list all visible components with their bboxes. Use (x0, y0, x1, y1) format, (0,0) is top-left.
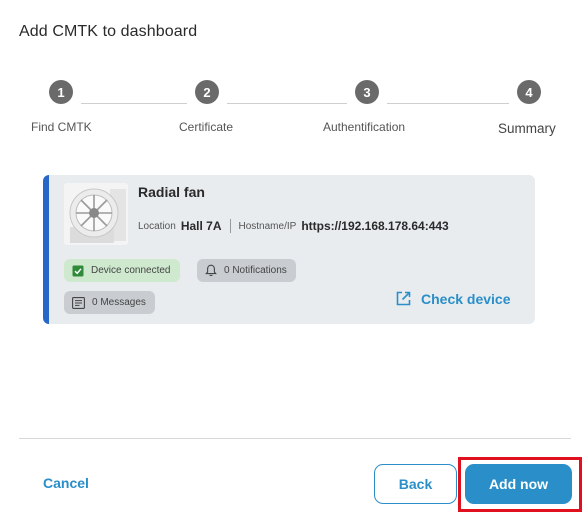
step-connector-3 (387, 103, 509, 104)
check-device-label: Check device (421, 290, 511, 307)
dialog-title: Add CMTK to dashboard (19, 23, 198, 40)
back-button[interactable]: Back (374, 464, 457, 504)
cancel-button[interactable]: Cancel (43, 475, 89, 491)
step-connector-2 (227, 103, 347, 104)
device-connected-text: Device connected (91, 265, 171, 276)
step-label-authentification: Authentification (323, 120, 406, 134)
bell-icon (205, 264, 217, 277)
device-name: Radial fan (138, 184, 205, 200)
checkbox-checked-icon (72, 265, 84, 277)
footer-divider (19, 438, 571, 439)
notifications-chip[interactable]: 0 Notifications (197, 259, 296, 282)
messages-chip[interactable]: 0 Messages (64, 291, 155, 314)
step-1-number: 1 (49, 80, 73, 104)
step-label-find-cmtk: Find CMTK (31, 120, 92, 134)
notifications-text: 0 Notifications (224, 265, 287, 276)
step-label-summary: Summary (498, 121, 556, 136)
location-label: Location (138, 220, 176, 232)
hostname-label: Hostname/IP (238, 220, 297, 232)
device-connected-chip: Device connected (64, 259, 180, 282)
step-3-number: 3 (355, 80, 379, 104)
message-list-icon (72, 296, 85, 309)
device-card: Radial fan Location Hall 7A Hostname/IP … (43, 175, 535, 324)
open-external-icon (395, 290, 412, 307)
add-now-button[interactable]: Add now (465, 464, 572, 504)
step-2-number: 2 (195, 80, 219, 104)
messages-text: 0 Messages (92, 297, 146, 308)
device-meta: Location Hall 7A Hostname/IP https://192… (138, 219, 449, 233)
step-connector-1 (81, 103, 187, 104)
hostname-value: https://192.168.178.64:443 (301, 219, 449, 233)
add-cmtk-dialog: Add CMTK to dashboard 1 2 3 4 Find CMTK … (0, 0, 588, 525)
meta-separator (229, 219, 231, 233)
step-4-number: 4 (517, 80, 541, 104)
radial-fan-image (64, 183, 128, 245)
step-label-certificate: Certificate (179, 120, 234, 134)
location-value: Hall 7A (180, 219, 222, 233)
check-device-link[interactable]: Check device (395, 290, 511, 307)
